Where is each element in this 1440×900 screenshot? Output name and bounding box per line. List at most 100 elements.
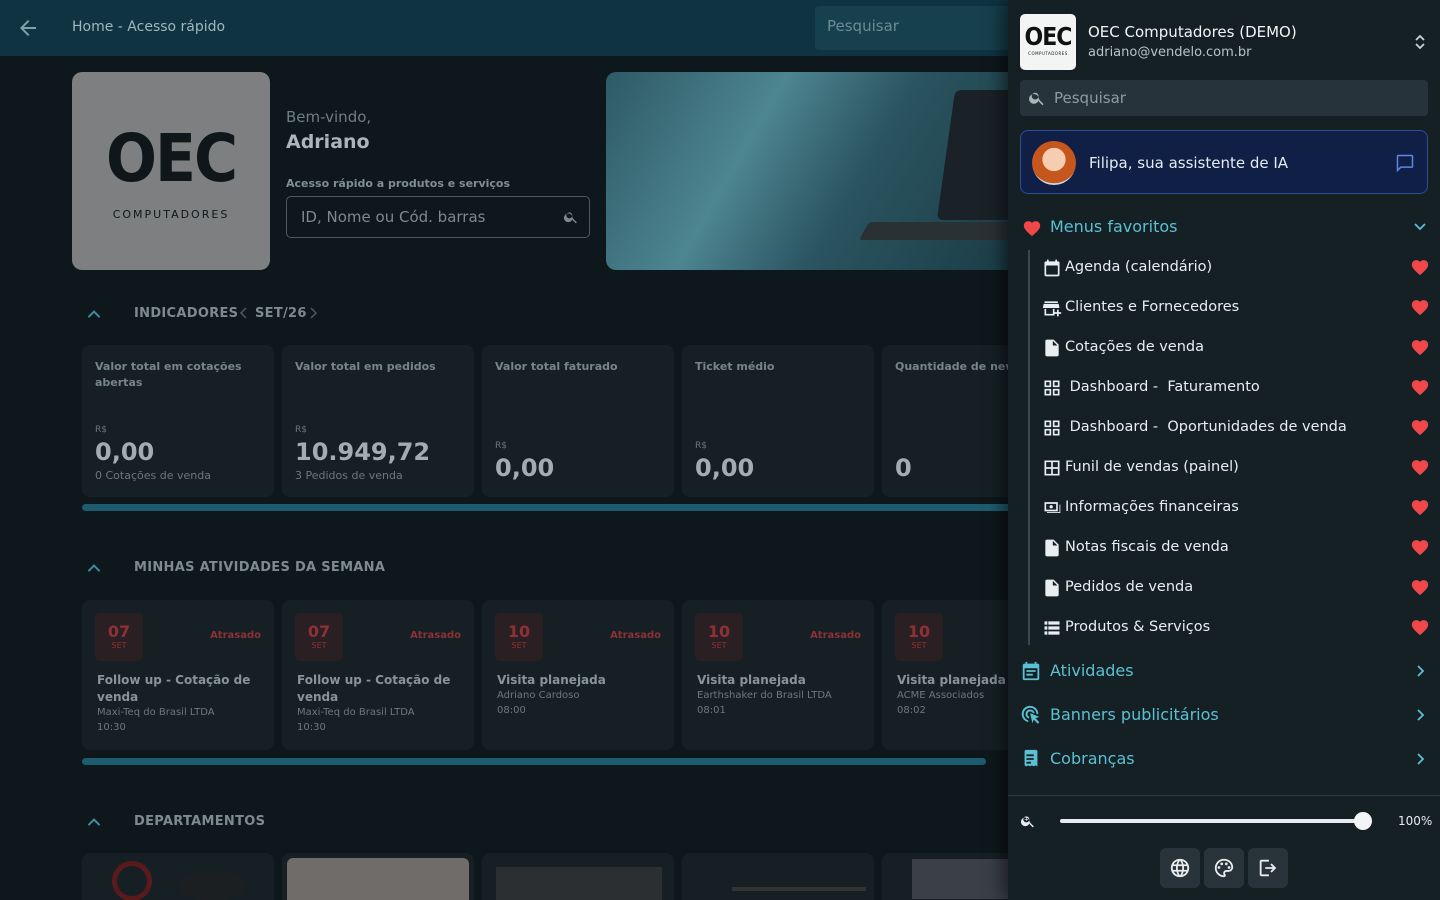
indicator-card[interactable]: Ticket médio R$ 0,00 bbox=[682, 345, 874, 497]
favorite-item[interactable]: Produtos & Serviços bbox=[1040, 612, 1432, 644]
department-card[interactable] bbox=[82, 853, 274, 900]
activity-card[interactable]: 10 SET Atrasado Visita planejada Earthsh… bbox=[682, 600, 874, 750]
favorite-item-label: Cotações de venda bbox=[1065, 339, 1205, 355]
document-icon bbox=[1042, 338, 1062, 358]
indicator-title: Valor total em cotações abertas bbox=[95, 360, 242, 389]
menu-item-banners[interactable]: Banners publicitários bbox=[1020, 700, 1428, 730]
chevron-right-icon bbox=[1414, 751, 1428, 770]
favorite-item[interactable]: Notas fiscais de venda bbox=[1040, 532, 1432, 564]
favorite-item-label: Informações financeiras bbox=[1065, 499, 1239, 515]
favorites-header[interactable]: Menus favoritos bbox=[1020, 214, 1428, 242]
status-badge: Atrasado bbox=[410, 630, 461, 641]
activity-card[interactable]: 10 SET Atrasado Visita planejada Adriano… bbox=[482, 600, 674, 750]
menu-item-label: Banners publicitários bbox=[1050, 705, 1219, 724]
drawer-search-input[interactable]: Pesquisar bbox=[1020, 80, 1428, 116]
logout-button[interactable] bbox=[1248, 848, 1288, 888]
back-arrow-icon[interactable] bbox=[16, 16, 40, 40]
heart-icon[interactable] bbox=[1410, 298, 1430, 320]
collapse-chevron-icon[interactable] bbox=[84, 560, 104, 576]
search-icon[interactable] bbox=[563, 209, 579, 229]
indicator-currency: R$ bbox=[695, 441, 707, 451]
account-name[interactable]: OEC Computadores (DEMO) bbox=[1088, 23, 1297, 41]
welcome-user-name: Adriano bbox=[286, 131, 370, 153]
zoom-slider[interactable] bbox=[1060, 819, 1372, 823]
indicator-currency: R$ bbox=[95, 425, 107, 435]
indicator-card[interactable]: Valor total em pedidos R$ 10.949,72 3 Pe… bbox=[282, 345, 474, 497]
indicator-title: Valor total em pedidos bbox=[295, 360, 436, 373]
heart-icon[interactable] bbox=[1410, 458, 1430, 480]
activity-time: 08:01 bbox=[697, 705, 726, 716]
ai-assistant-card[interactable]: Filipa, sua assistente de IA bbox=[1020, 130, 1428, 194]
chevron-down-icon[interactable] bbox=[1413, 219, 1427, 238]
receipt-icon bbox=[1020, 748, 1042, 774]
menu-item-atividades[interactable]: Atividades bbox=[1020, 656, 1428, 686]
indicator-value: 0,00 bbox=[495, 454, 555, 482]
collapse-chevron-icon[interactable] bbox=[84, 306, 104, 322]
activities-title: MINHAS ATIVIDADES DA SEMANA bbox=[134, 560, 386, 575]
activity-company: Adriano Cardoso bbox=[497, 690, 580, 701]
favorite-item[interactable]: Clientes e Fornecedores bbox=[1040, 292, 1432, 324]
menu-item-label: Atividades bbox=[1050, 661, 1134, 680]
heart-icon[interactable] bbox=[1410, 578, 1430, 600]
document-icon bbox=[1042, 578, 1062, 598]
company-logo: OEC COMPUTADORES bbox=[72, 72, 270, 270]
favorite-item-label: Clientes e Fornecedores bbox=[1065, 299, 1240, 315]
indicator-value: 0 bbox=[895, 454, 912, 482]
heart-icon[interactable] bbox=[1410, 378, 1430, 400]
next-period-icon[interactable] bbox=[308, 306, 318, 324]
indicator-subtitle: 3 Pedidos de venda bbox=[295, 469, 403, 482]
quick-access-label: Acesso rápido a produtos e serviços bbox=[286, 177, 511, 190]
chat-icon[interactable] bbox=[1395, 153, 1415, 173]
department-image bbox=[287, 858, 469, 900]
quick-access-input[interactable]: ID, Nome ou Cód. barras bbox=[286, 196, 590, 238]
heart-icon[interactable] bbox=[1410, 618, 1430, 640]
menu-item-cobrancas[interactable]: Cobranças bbox=[1020, 744, 1428, 774]
activity-card[interactable]: 07 SET Atrasado Follow up - Cotação de v… bbox=[282, 600, 474, 750]
department-card[interactable] bbox=[282, 853, 474, 900]
heart-icon[interactable] bbox=[1410, 538, 1430, 560]
heart-icon[interactable] bbox=[1410, 418, 1430, 440]
promo-banner[interactable] bbox=[606, 72, 1016, 270]
favorite-item[interactable]: Funil de vendas (painel) bbox=[1040, 452, 1432, 484]
department-card[interactable] bbox=[482, 853, 674, 900]
language-button[interactable] bbox=[1160, 848, 1200, 888]
account-logo: OEC COMPUTADORES bbox=[1020, 14, 1076, 70]
activities-scrollbar[interactable] bbox=[82, 758, 986, 765]
top-search-input[interactable]: Pesquisar bbox=[815, 6, 1015, 50]
favorite-item[interactable]: Cotações de venda bbox=[1040, 332, 1432, 364]
activity-day: 10 bbox=[507, 622, 531, 641]
chevron-right-icon bbox=[1414, 663, 1428, 682]
indicator-currency: R$ bbox=[295, 425, 307, 435]
activity-date: 10 SET bbox=[695, 613, 743, 661]
zoom-icon bbox=[1020, 813, 1036, 833]
prev-period-icon[interactable] bbox=[239, 306, 249, 324]
favorite-item[interactable]: Dashboard - Oportunidades de venda bbox=[1040, 412, 1432, 444]
money-icon bbox=[1042, 498, 1062, 518]
favorite-item[interactable]: Dashboard - Faturamento bbox=[1040, 372, 1432, 404]
favorite-item[interactable]: Informações financeiras bbox=[1040, 492, 1432, 524]
company-logo-subtitle: COMPUTADORES bbox=[112, 208, 230, 221]
drawer-search-placeholder: Pesquisar bbox=[1054, 89, 1126, 107]
zoom-slider-handle[interactable] bbox=[1353, 812, 1372, 830]
activity-month: SET bbox=[111, 641, 127, 650]
chevron-right-icon bbox=[1414, 707, 1428, 726]
department-card[interactable] bbox=[682, 853, 874, 900]
activity-card[interactable]: 07 SET Atrasado Follow up - Cotação de v… bbox=[82, 600, 274, 750]
heart-icon[interactable] bbox=[1410, 338, 1430, 360]
heart-icon[interactable] bbox=[1410, 498, 1430, 520]
heart-icon[interactable] bbox=[1410, 258, 1430, 280]
activity-time: 10:30 bbox=[97, 722, 126, 733]
collapse-chevron-icon[interactable] bbox=[84, 814, 104, 830]
activity-day: 10 bbox=[707, 622, 731, 641]
activity-month: SET bbox=[511, 641, 527, 650]
indicator-card[interactable]: Valor total em cotações abertas R$ 0,00 … bbox=[82, 345, 274, 497]
favorite-item[interactable]: Agenda (calendário) bbox=[1040, 252, 1432, 284]
account-switch-icon[interactable] bbox=[1412, 32, 1428, 52]
search-icon bbox=[1028, 89, 1046, 111]
indicators-scrollbar[interactable] bbox=[82, 504, 1012, 511]
favorite-item-label: Dashboard - Oportunidades de venda bbox=[1065, 419, 1347, 435]
theme-button[interactable] bbox=[1204, 848, 1244, 888]
indicator-card[interactable]: Valor total faturado R$ 0,00 bbox=[482, 345, 674, 497]
account-email: adriano@vendelo.com.br bbox=[1088, 45, 1252, 60]
favorite-item[interactable]: Pedidos de venda bbox=[1040, 572, 1432, 604]
